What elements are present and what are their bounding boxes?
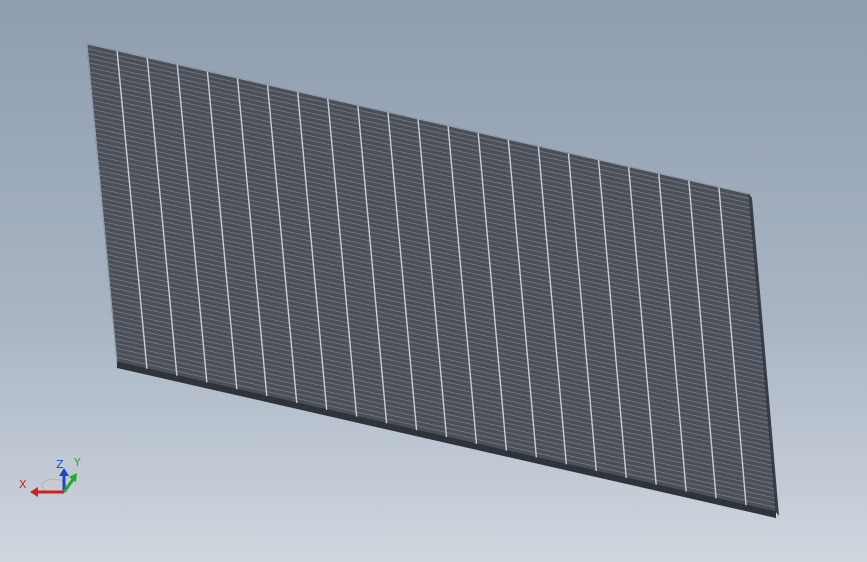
graphics-viewport[interactable]: X Z Y: [0, 0, 867, 562]
x-arrow-head-icon: [30, 487, 38, 497]
z-axis-label: Z: [56, 458, 64, 471]
reference-triad: X Z Y: [19, 456, 81, 497]
grating-panel-model[interactable]: [0, 0, 867, 562]
x-axis-label: X: [19, 478, 27, 491]
y-axis-label: Y: [73, 456, 81, 469]
